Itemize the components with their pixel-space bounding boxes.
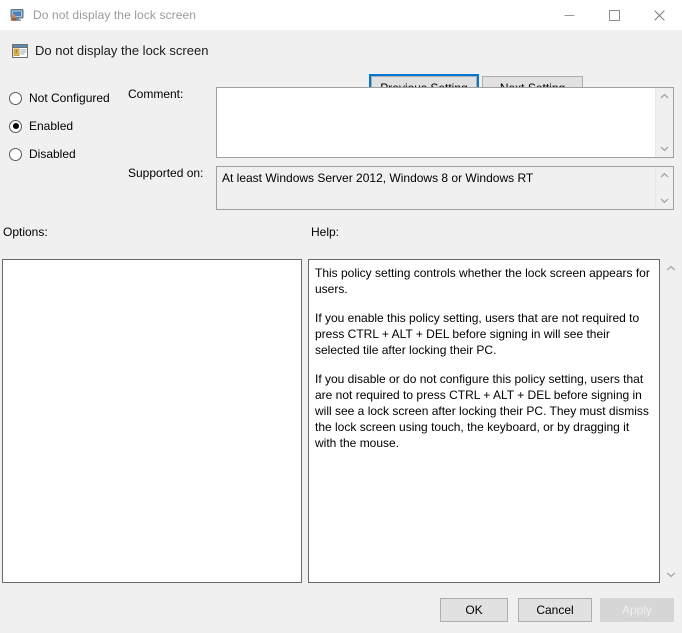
help-paragraph: This policy setting controls whether the… [315,266,650,296]
comment-scrollbar[interactable] [655,88,673,157]
apply-button-label: Apply [621,603,653,617]
help-paragraph: If you enable this policy setting, users… [315,311,640,357]
chevron-down-icon[interactable] [662,565,680,583]
cancel-button[interactable]: Cancel [518,598,592,622]
supported-on-label: Supported on: [128,166,204,180]
help-panel[interactable]: This policy setting controls whether the… [308,259,660,583]
radio-not-configured[interactable]: Not Configured [9,89,110,107]
comment-input[interactable] [216,87,674,158]
window-title: Do not display the lock screen [33,8,197,22]
radio-enabled-indicator[interactable] [9,119,22,133]
maximize-icon[interactable] [592,0,637,30]
chevron-up-icon[interactable] [656,88,673,105]
chevron-up-icon[interactable] [662,259,680,277]
supported-on-value: At least Windows Server 2012, Windows 8 … [222,171,534,185]
radio-disabled-indicator[interactable] [9,147,22,161]
radio-disabled[interactable]: Disabled [9,145,76,163]
title-bar[interactable]: Do not display the lock screen [0,0,682,30]
apply-button: Apply [600,598,674,622]
radio-disabled-label: Disabled [29,147,76,161]
minimize-icon[interactable] [547,0,592,30]
close-icon[interactable] [637,0,682,30]
options-label: Options: [3,225,48,239]
chevron-down-icon[interactable] [656,140,673,157]
radio-enabled[interactable]: Enabled [9,117,73,135]
comment-label: Comment: [128,87,184,101]
group-policy-setting-icon [11,42,29,60]
ok-button[interactable]: OK [440,598,508,622]
chevron-up-icon[interactable] [656,167,673,184]
options-panel[interactable] [2,259,302,583]
window-controls [547,0,682,30]
radio-enabled-label: Enabled [29,119,74,133]
policy-header: Do not display the lock screen Previous … [0,30,682,102]
policy-monitor-icon [9,7,25,23]
help-label: Help: [311,225,340,239]
radio-not-configured-label: Not Configured [29,91,110,105]
chevron-down-icon[interactable] [656,192,673,209]
supported-on-scrollbar[interactable] [655,167,673,209]
comment-input-value[interactable] [217,88,655,157]
page-title: Do not display the lock screen [35,43,209,58]
radio-not-configured-indicator[interactable] [9,91,22,105]
help-scrollbar[interactable] [662,259,680,583]
supported-on-field[interactable]: At least Windows Server 2012, Windows 8 … [216,166,674,210]
help-paragraph: If you disable or do not configure this … [315,372,649,450]
